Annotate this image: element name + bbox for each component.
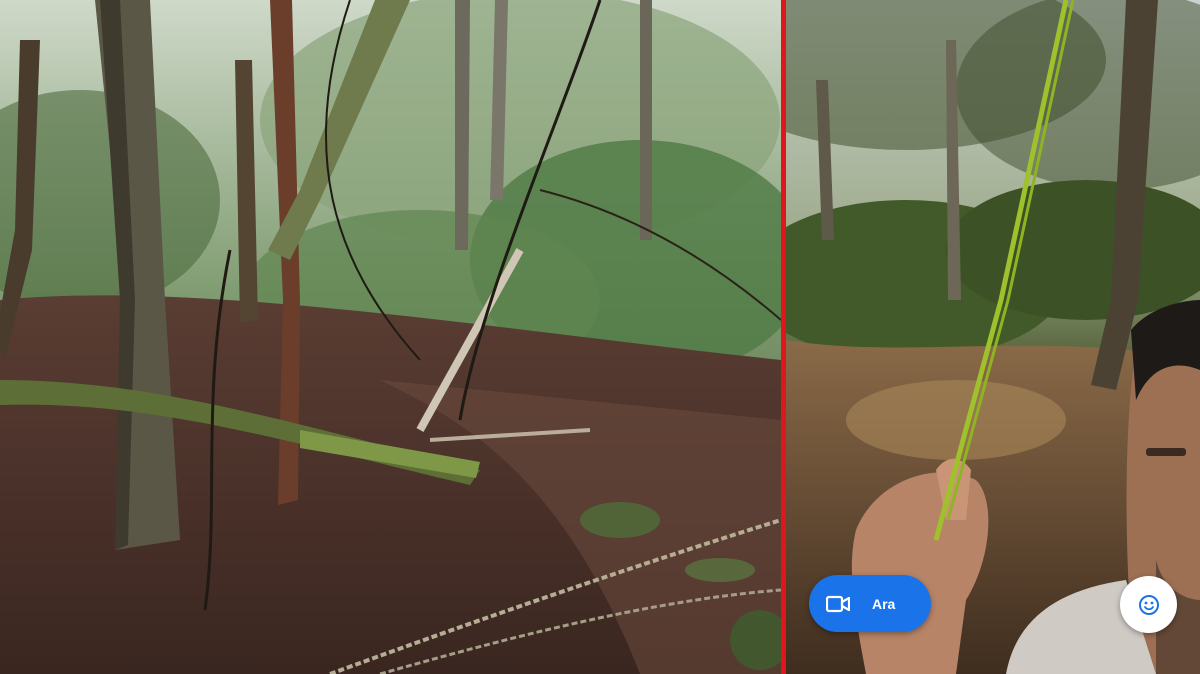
call-button-label: Ara <box>872 595 896 612</box>
video-camera-icon <box>825 595 851 613</box>
forest-scene-illustration <box>0 0 781 674</box>
smiley-face-icon <box>1138 594 1160 616</box>
video-call-button[interactable]: Ara <box>809 575 931 632</box>
forest-photo <box>0 0 781 674</box>
selfie-photo <box>786 0 1200 674</box>
selfie-scene-illustration <box>786 0 1200 674</box>
emoji-reaction-button[interactable] <box>1120 576 1177 633</box>
